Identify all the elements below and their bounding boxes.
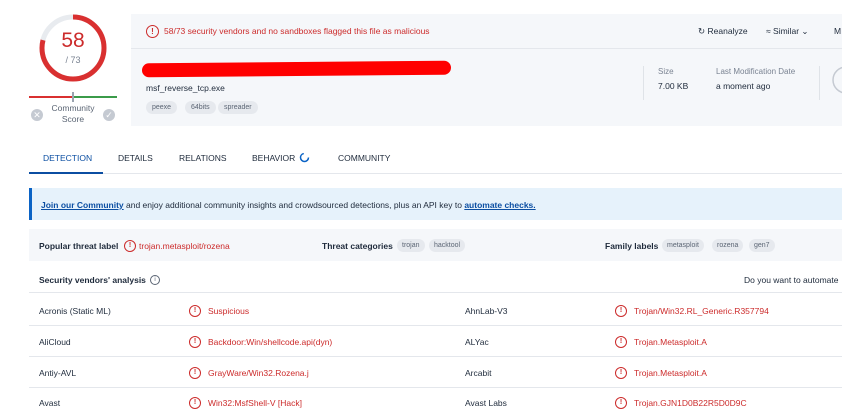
- size-value: 7.00 KB: [658, 81, 689, 91]
- tab-behavior[interactable]: BEHAVIOR: [252, 153, 295, 163]
- vendor-name: Antiy-AVL: [39, 368, 77, 378]
- file-tag[interactable]: peexe: [146, 101, 178, 114]
- tabs-divider: [29, 173, 842, 174]
- tab-detection[interactable]: DETECTION: [43, 153, 92, 163]
- popular-threat-label: Popular threat label: [39, 241, 119, 251]
- downvote-icon[interactable]: ✕: [31, 109, 43, 121]
- vendor-name: AliCloud: [39, 337, 71, 347]
- size-label: Size: [658, 67, 674, 76]
- vendor-result: Trojan.GJN1D0B22R5D0D9C: [634, 398, 747, 408]
- file-tag[interactable]: spreader: [218, 101, 258, 114]
- malicious-icon: !: [615, 397, 627, 409]
- vendor-result: Win32:MsfShell-V [Hack]: [208, 398, 302, 408]
- threat-icon: !: [124, 240, 136, 252]
- info-icon[interactable]: i: [150, 275, 160, 285]
- threat-categories-label: Threat categories: [322, 241, 393, 251]
- vendor-name: ALYac: [465, 337, 489, 347]
- family-label-tag[interactable]: rozena: [712, 239, 744, 252]
- community-score-label: Community Score: [51, 103, 95, 124]
- banner-text: Join our Community and enjoy additional …: [41, 200, 536, 210]
- vendor-result: Trojan/Win32.RL_Generic.R357794: [634, 306, 769, 316]
- malicious-icon: !: [615, 305, 627, 317]
- detection-score-value: 58: [61, 29, 85, 52]
- reanalyze-icon: ↻: [698, 26, 706, 36]
- modified-label: Last Modification Date: [716, 67, 796, 76]
- popular-threat-value[interactable]: trojan.metasploit/rozena: [139, 241, 230, 251]
- vendor-result: Trojan.Metasploit.A: [634, 368, 707, 378]
- reanalyze-button[interactable]: ↻ Reanalyze: [698, 26, 748, 37]
- automate-checks-link[interactable]: automate checks.: [464, 200, 535, 210]
- malicious-icon: !: [189, 305, 201, 317]
- vendor-name: Avast Labs: [465, 398, 507, 408]
- redaction-mark: [141, 60, 452, 78]
- active-tab-indicator: [29, 172, 103, 174]
- join-community-link[interactable]: Join our Community: [41, 200, 124, 210]
- alert-icon: !: [146, 25, 159, 38]
- tab-relations[interactable]: RELATIONS: [179, 153, 227, 163]
- modified-value: a moment ago: [716, 81, 771, 91]
- row-divider: [29, 325, 842, 326]
- malicious-icon: !: [189, 397, 201, 409]
- tab-details[interactable]: DETAILS: [118, 153, 153, 163]
- row-divider: [29, 387, 842, 388]
- divider: [643, 66, 644, 100]
- vendor-name: AhnLab-V3: [465, 306, 508, 316]
- family-labels-label: Family labels: [605, 241, 659, 251]
- malicious-icon: !: [189, 336, 201, 348]
- file-tag[interactable]: 64bits: [185, 101, 216, 114]
- divider: [819, 66, 820, 100]
- row-divider: [29, 356, 842, 357]
- automate-prompt: Do you want to automate: [744, 275, 839, 285]
- file-name: msf_reverse_tcp.exe: [146, 83, 225, 93]
- chevron-down-icon: ⌄: [801, 26, 809, 36]
- more-button[interactable]: M: [834, 26, 841, 36]
- vendors-title: Security vendors' analysis: [39, 275, 146, 285]
- malicious-icon: !: [615, 336, 627, 348]
- vendor-name: Acronis (Static ML): [39, 306, 111, 316]
- loading-spinner-icon: [299, 152, 310, 163]
- threat-category-tag[interactable]: trojan: [397, 239, 425, 252]
- vendor-result: Backdoor:Win/shellcode.api(dyn): [208, 337, 333, 347]
- vendor-result: GrayWare/Win32.Rozena.j: [208, 368, 309, 378]
- vendor-result: Suspicious: [208, 306, 250, 316]
- threat-category-tag[interactable]: hacktool: [429, 239, 466, 252]
- similar-icon: ≈: [766, 26, 771, 36]
- community-score-bar: [29, 92, 117, 102]
- upvote-icon[interactable]: ✓: [103, 109, 115, 121]
- vendor-name: Avast: [39, 398, 61, 408]
- vendor-result: Trojan.Metasploit.A: [634, 337, 707, 347]
- family-label-tag[interactable]: metasploit: [662, 239, 704, 252]
- malicious-icon: !: [615, 367, 627, 379]
- similar-button[interactable]: ≈ Similar ⌄: [766, 26, 809, 37]
- detection-alert-text: 58/73 security vendors and no sandboxes …: [164, 26, 430, 36]
- vendor-name: Arcabit: [465, 368, 492, 378]
- family-label-tag[interactable]: gen7: [749, 239, 775, 252]
- malicious-icon: !: [189, 367, 201, 379]
- detection-score-total: / 73: [65, 55, 81, 65]
- tab-community[interactable]: COMMUNITY: [338, 153, 390, 163]
- file-type-icon: [832, 66, 842, 94]
